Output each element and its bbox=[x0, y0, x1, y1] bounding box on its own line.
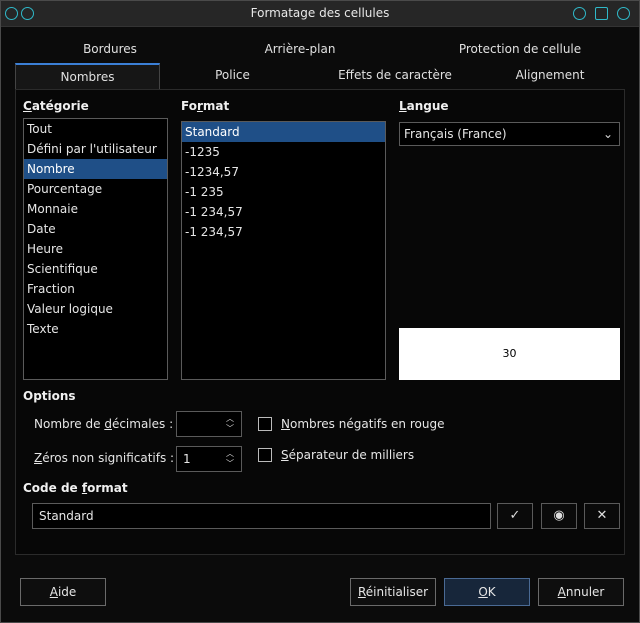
negative-red-mnemonic: N bbox=[281, 417, 290, 431]
window-title: Formatage des cellules bbox=[250, 6, 390, 20]
ok-rest: K bbox=[487, 585, 496, 599]
stepper-arrows-icon[interactable]: ︿ ﹀ bbox=[223, 414, 237, 434]
tab-row-bottom: Nombres Police Effets de caractère Align… bbox=[15, 63, 625, 89]
ok-button[interactable]: OK bbox=[444, 578, 530, 606]
tab-borders[interactable]: Bordures bbox=[15, 37, 205, 63]
tab-font-effects[interactable]: Effets de caractère bbox=[315, 63, 475, 89]
negative-red-rest: ombres négatifs en rouge bbox=[289, 417, 445, 431]
language-select[interactable]: Français (France) ⌄ bbox=[399, 122, 620, 146]
category-list[interactable]: Tout Défini par l'utilisateur Nombre Pou… bbox=[23, 118, 168, 380]
format-preview: 30 bbox=[399, 328, 620, 380]
cancel-mnemonic: A bbox=[557, 585, 566, 599]
format-code-rest: ormat bbox=[87, 481, 128, 495]
format-item[interactable]: Standard bbox=[182, 122, 385, 142]
format-item[interactable]: -1 234,57 bbox=[182, 222, 385, 242]
reset-mnemonic: R bbox=[357, 585, 366, 599]
cancel-button[interactable]: Annuler bbox=[538, 578, 624, 606]
tab-font[interactable]: Police bbox=[160, 63, 305, 89]
category-item-tout[interactable]: Tout bbox=[24, 119, 167, 139]
decimals-label: Nombre de décimales : bbox=[34, 417, 173, 431]
options-label: Options bbox=[23, 389, 76, 403]
category-item-pourcentage[interactable]: Pourcentage bbox=[24, 179, 167, 199]
dialog-window: Formatage des cellules Bordures Arrière-… bbox=[0, 0, 640, 623]
category-item-scientifique[interactable]: Scientifique bbox=[24, 259, 167, 279]
ok-mnemonic: O bbox=[478, 585, 488, 599]
category-label-rest: atégorie bbox=[31, 99, 89, 113]
leading-zeros-value: 1 bbox=[183, 452, 191, 466]
leading-zeros-label: Zéros non significatifs : bbox=[34, 451, 174, 465]
category-item-nombre[interactable]: Nombre bbox=[24, 159, 167, 179]
negative-red-checkbox[interactable] bbox=[258, 417, 272, 431]
language-label-mnemonic: L bbox=[399, 99, 407, 113]
format-code-label: Code de format bbox=[23, 481, 128, 495]
decimals-label-mnemonic: d bbox=[104, 417, 112, 431]
leading-zeros-mnemonic: Z bbox=[34, 451, 43, 465]
tab-numbers[interactable]: Nombres bbox=[15, 63, 160, 89]
edit-comment-button[interactable]: ◉ bbox=[541, 503, 577, 529]
category-item-fraction[interactable]: Fraction bbox=[24, 279, 167, 299]
format-code-value: Standard bbox=[39, 509, 94, 523]
help-mnemonic: A bbox=[49, 585, 58, 599]
thousands-sep-rest: éparateur de milliers bbox=[288, 448, 415, 462]
format-item[interactable]: -1234,57 bbox=[182, 162, 385, 182]
decimals-label-rest: écimales : bbox=[111, 417, 174, 431]
stepper-arrows-icon[interactable]: ︿ ﹀ bbox=[223, 449, 237, 469]
category-item-valeur-logique[interactable]: Valeur logique bbox=[24, 299, 167, 319]
preview-value: 30 bbox=[502, 347, 517, 360]
help-button[interactable]: Aide bbox=[20, 578, 106, 606]
chevron-down-icon: ⌄ bbox=[602, 127, 613, 141]
help-rest: ide bbox=[57, 585, 77, 599]
thousands-sep-mnemonic: S bbox=[281, 448, 289, 462]
format-item[interactable]: -1 235 bbox=[182, 182, 385, 202]
category-label: Catégorie bbox=[23, 99, 89, 113]
tab-cell-protection[interactable]: Protection de cellule bbox=[415, 37, 625, 63]
reset-button[interactable]: Réinitialiser bbox=[350, 578, 436, 606]
language-label-rest: angue bbox=[406, 99, 449, 113]
format-item[interactable]: -1235 bbox=[182, 142, 385, 162]
reset-rest: éinitialiser bbox=[365, 585, 429, 599]
category-item-date[interactable]: Date bbox=[24, 219, 167, 239]
minimize-icon[interactable] bbox=[573, 7, 586, 20]
format-item[interactable]: -1 234,57 bbox=[182, 202, 385, 222]
title-bar: Formatage des cellules bbox=[1, 1, 639, 27]
category-item-user-defined[interactable]: Défini par l'utilisateur bbox=[24, 139, 167, 159]
cancel-rest: nnuler bbox=[565, 585, 605, 599]
leading-zeros-stepper[interactable]: 1 ︿ ﹀ bbox=[176, 446, 242, 472]
close-icon[interactable] bbox=[617, 7, 630, 20]
format-label: Format bbox=[181, 99, 229, 113]
format-list[interactable]: Standard -1235 -1234,57 -1 235 -1 234,57… bbox=[181, 121, 386, 380]
eye-icon: ◉ bbox=[553, 508, 565, 523]
category-label-mnemonic: C bbox=[23, 99, 32, 113]
category-item-texte[interactable]: Texte bbox=[24, 319, 167, 339]
close-x-icon: ✕ bbox=[596, 508, 608, 523]
checkmark-icon: ✓ bbox=[509, 508, 521, 523]
decimals-label-start: Nombre de bbox=[34, 417, 105, 431]
category-item-heure[interactable]: Heure bbox=[24, 239, 167, 259]
negative-red-label: Nombres négatifs en rouge bbox=[281, 417, 444, 431]
format-label-rest: mat bbox=[202, 99, 230, 113]
leading-zeros-rest: éros non significatifs : bbox=[42, 451, 175, 465]
thousands-sep-checkbox[interactable] bbox=[258, 448, 272, 462]
format-code-input[interactable]: Standard bbox=[32, 503, 491, 529]
thousands-sep-label: Séparateur de milliers bbox=[281, 448, 414, 462]
tab-background[interactable]: Arrière-plan bbox=[205, 37, 395, 63]
category-item-monnaie[interactable]: Monnaie bbox=[24, 199, 167, 219]
decimals-stepper[interactable]: ︿ ﹀ bbox=[176, 411, 242, 437]
tab-alignment[interactable]: Alignement bbox=[475, 63, 625, 89]
language-value: Français (France) bbox=[404, 127, 507, 141]
apply-format-button[interactable]: ✓ bbox=[497, 503, 533, 529]
maximize-icon[interactable] bbox=[595, 7, 608, 20]
format-label-start: Fo bbox=[181, 99, 197, 113]
delete-format-button[interactable]: ✕ bbox=[584, 503, 620, 529]
tab-row-top: Bordures Arrière-plan Protection de cell… bbox=[15, 37, 625, 63]
format-code-start: Code de bbox=[23, 481, 82, 495]
language-label: Langue bbox=[399, 99, 449, 113]
